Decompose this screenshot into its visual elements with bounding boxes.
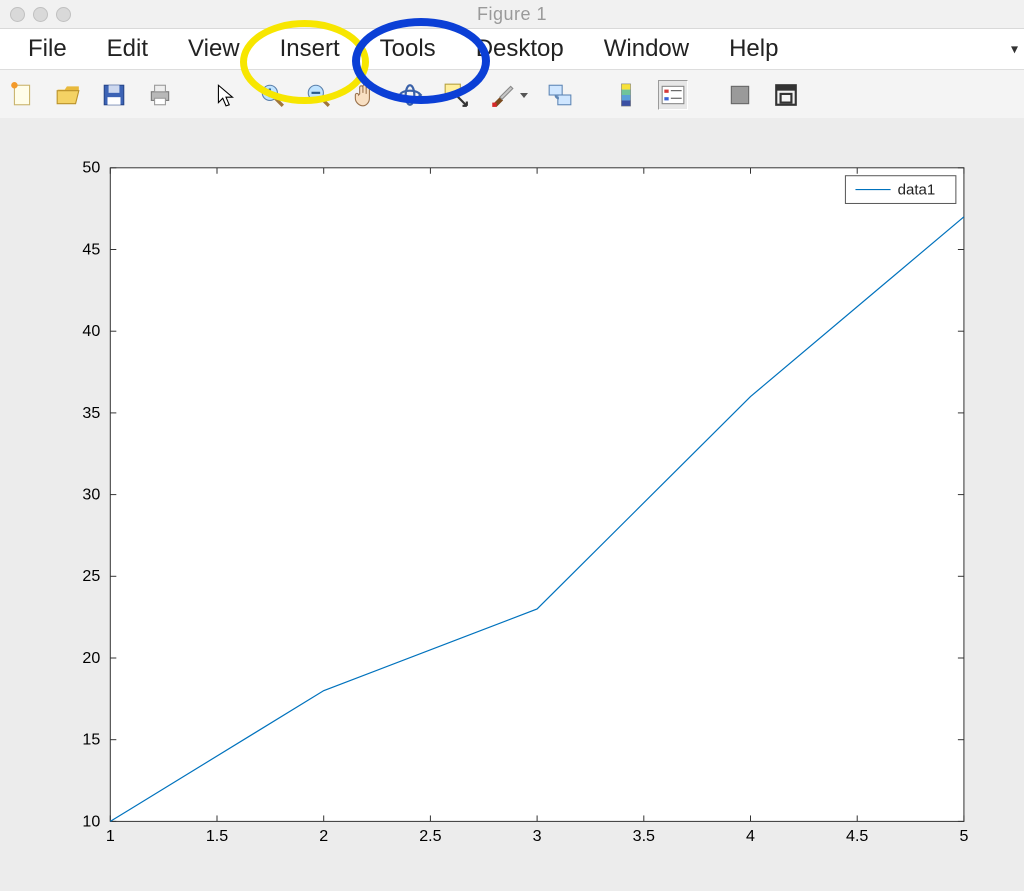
dock-figure-button[interactable] — [772, 81, 800, 109]
window-controls — [10, 7, 71, 22]
pointer-icon — [213, 82, 239, 108]
figure-canvas: 1 1.5 2 2.5 3 3.5 4 4.5 5 10 15 20 25 30 35 40 45 50 data1 — [0, 118, 1024, 891]
legend-icon — [660, 82, 686, 108]
pan-icon — [351, 82, 377, 108]
xtick-label: 2 — [319, 828, 328, 845]
edit-plot-button[interactable] — [212, 81, 240, 109]
menu-file[interactable]: File — [8, 33, 87, 65]
zoom-out-button[interactable] — [304, 81, 332, 109]
xtick-label: 2.5 — [419, 828, 441, 845]
toolbar-file-group — [8, 81, 174, 109]
toolbar-insert-group — [612, 80, 688, 110]
menu-window[interactable]: Window — [584, 33, 709, 65]
menu-help[interactable]: Help — [709, 33, 798, 65]
menu-view[interactable]: View — [168, 33, 260, 65]
ytick-label: 45 — [82, 242, 100, 259]
new-figure-icon — [9, 82, 35, 108]
save-button[interactable] — [100, 81, 128, 109]
data-cursor-button[interactable] — [442, 81, 470, 109]
open-button[interactable] — [54, 81, 82, 109]
titlebar: Figure 1 — [0, 0, 1024, 29]
axes-svg: 1 1.5 2 2.5 3 3.5 4 4.5 5 10 15 20 25 30 35 40 45 50 data1 — [40, 148, 984, 861]
xtick-label: 5 — [959, 828, 968, 845]
ytick-label: 10 — [82, 813, 100, 830]
ytick-label: 30 — [82, 487, 100, 504]
ytick-label: 50 — [82, 160, 100, 177]
link-plots-button[interactable] — [546, 81, 574, 109]
xtick-label: 4.5 — [846, 828, 868, 845]
link-plots-icon — [547, 82, 573, 108]
pan-button[interactable] — [350, 81, 378, 109]
toolbar-navigate-group — [212, 81, 424, 109]
open-icon — [55, 82, 81, 108]
ytick-label: 25 — [82, 568, 100, 585]
minimize-window-button[interactable] — [33, 7, 48, 22]
ytick-label: 15 — [82, 732, 100, 749]
colorbar-icon — [613, 82, 639, 108]
menu-desktop[interactable]: Desktop — [456, 33, 584, 65]
zoom-in-button[interactable] — [258, 81, 286, 109]
zoom-out-icon — [305, 82, 331, 108]
rotate-3d-icon — [397, 82, 423, 108]
print-button[interactable] — [146, 81, 174, 109]
zoom-window-button[interactable] — [56, 7, 71, 22]
new-figure-button[interactable] — [8, 81, 36, 109]
close-window-button[interactable] — [10, 7, 25, 22]
ytick-label: 35 — [82, 405, 100, 422]
ytick-label: 40 — [82, 323, 100, 340]
ytick-label: 20 — [82, 650, 100, 667]
hide-plot-tools-icon — [727, 82, 753, 108]
rotate-3d-button[interactable] — [396, 81, 424, 109]
data-cursor-icon — [443, 82, 469, 108]
zoom-in-icon — [259, 82, 285, 108]
toolbar — [0, 70, 1024, 121]
save-icon — [101, 82, 127, 108]
brush-dropdown-caret[interactable] — [520, 93, 528, 98]
xtick-label: 4 — [746, 828, 755, 845]
insert-colorbar-button[interactable] — [612, 81, 640, 109]
menu-tools[interactable]: Tools — [360, 33, 456, 65]
dock-figure-icon — [773, 82, 799, 108]
brush-button[interactable] — [488, 81, 516, 109]
xtick-label: 3 — [533, 828, 542, 845]
menu-edit[interactable]: Edit — [87, 33, 168, 65]
brush-icon — [489, 82, 515, 108]
brush-button-group — [488, 81, 528, 109]
toolbar-window-group — [726, 81, 800, 109]
legend-label: data1 — [898, 182, 936, 199]
print-icon — [147, 82, 173, 108]
menu-insert[interactable]: Insert — [260, 33, 360, 65]
window-title: Figure 1 — [0, 4, 1024, 25]
xtick-label: 3.5 — [633, 828, 655, 845]
insert-legend-button[interactable] — [658, 80, 688, 110]
figure-window: { "window": { "title": "Figure 1" }, "me… — [0, 0, 1024, 891]
toolbar-data-group — [442, 81, 574, 109]
hide-plot-tools-button[interactable] — [726, 81, 754, 109]
menubar: File Edit View Insert Tools Desktop Wind… — [0, 29, 1024, 70]
xtick-label: 1.5 — [206, 828, 228, 845]
toolbar-options-icon[interactable]: ▾ — [1011, 41, 1018, 58]
axes[interactable]: 1 1.5 2 2.5 3 3.5 4 4.5 5 10 15 20 25 30 35 40 45 50 data1 — [40, 148, 984, 861]
xtick-label: 1 — [106, 828, 115, 845]
